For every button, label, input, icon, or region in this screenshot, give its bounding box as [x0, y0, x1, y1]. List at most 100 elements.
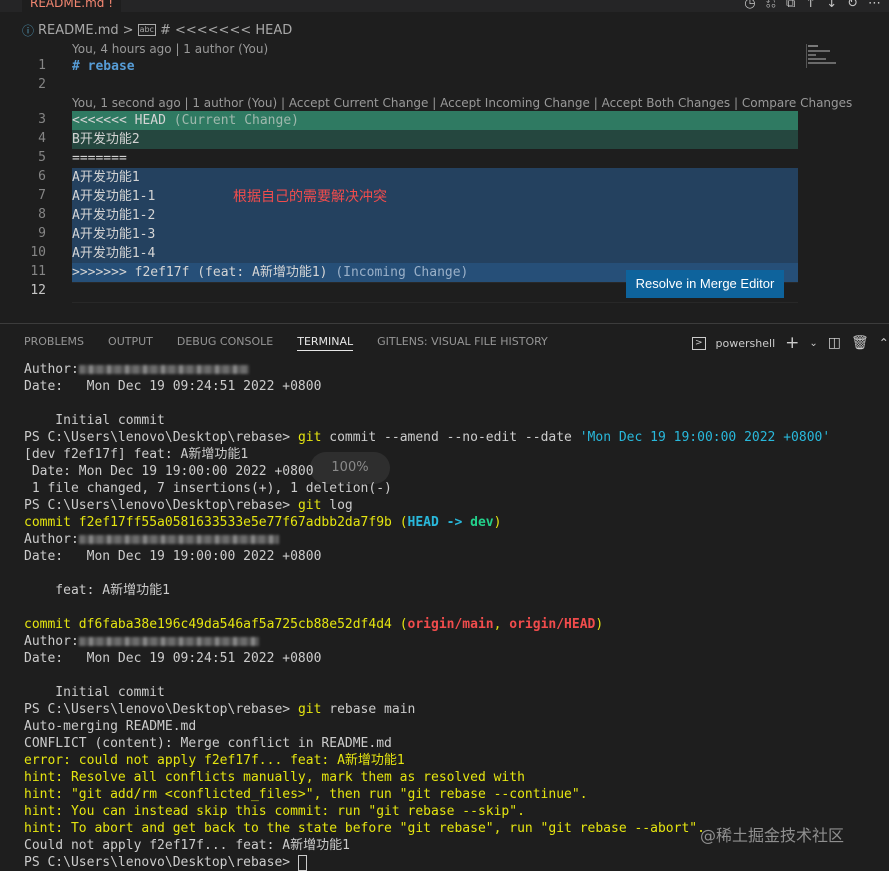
conflict-marker-incoming: >>>>>>> f2ef17f (feat: A新增功能1) — [72, 265, 328, 280]
tab-dirty-mark: ! — [108, 0, 114, 10]
terminal-line: hint: "git add/rm <conflicted_files>", t… — [24, 787, 588, 802]
chevron-up-icon[interactable]: ⌃ — [879, 336, 889, 350]
sync-icon[interactable]: ↻ — [847, 0, 858, 12]
terminal-line: error: could not apply f2ef17f... feat: … — [24, 753, 405, 768]
terminal-line: commit f2ef17ff55a0581633533e5e77f67adbb… — [24, 515, 502, 530]
code-line-6[interactable]: A开发功能1 — [72, 168, 140, 187]
breadcrumb: ⓘ README.md > abc # <<<<<<< HEAD — [22, 21, 292, 39]
redacted-author — [78, 365, 249, 374]
terminal-line: Date: Mon Dec 19 19:00:00 2022 +0800 — [24, 549, 322, 564]
terminal-line: CONFLICT (content): Merge conflict in RE… — [24, 736, 392, 751]
code-line-3[interactable]: <<<<<<< HEAD (Current Change) — [72, 111, 299, 130]
line-number: 4 — [38, 131, 46, 146]
chevron-down-icon[interactable]: ⌄ — [809, 338, 817, 349]
history-icon[interactable]: ⎌ — [766, 0, 776, 12]
line-number: 5 — [38, 150, 46, 165]
line-number-active: 12 — [30, 283, 46, 298]
terminal-line: PS C:\Users\lenovo\Desktop\rebase> git r… — [24, 702, 416, 717]
terminal-line: commit df6faba38e196c49da546af5a725cb88e… — [24, 617, 604, 632]
terminal-line: Initial commit — [24, 413, 165, 428]
code-line-9[interactable]: A开发功能1-3 — [72, 225, 155, 244]
line-number: 7 — [38, 188, 46, 203]
tab-problems[interactable]: PROBLEMS — [24, 335, 84, 351]
line-number: 9 — [38, 226, 46, 241]
resolve-in-merge-editor-button[interactable]: Resolve in Merge Editor — [626, 270, 784, 298]
code-line-4[interactable]: B开发功能2 — [72, 130, 140, 149]
code-line-11[interactable]: >>>>>>> f2ef17f (feat: A新增功能1) (Incoming… — [72, 263, 468, 282]
code-line-1[interactable]: # rebase — [72, 57, 135, 76]
terminal-cursor — [297, 854, 307, 871]
terminal-icon: > — [692, 336, 706, 350]
incoming-change-hint: (Incoming Change) — [335, 265, 469, 280]
line-number: 3 — [38, 112, 46, 127]
terminal-line: hint: You can instead skip this commit: … — [24, 804, 525, 819]
current-change-band — [72, 130, 798, 149]
tab-output[interactable]: OUTPUT — [108, 335, 153, 351]
terminal-line: Auto-merging README.md — [24, 719, 197, 734]
terminal-line: [dev f2ef17f] feat: A新增功能1 — [24, 447, 249, 462]
breadcrumb-file[interactable]: README.md — [38, 23, 119, 38]
terminal-line: Date: Mon Dec 19 09:24:51 2022 +0800 — [24, 651, 322, 666]
code-line-8[interactable]: A开发功能1-2 — [72, 206, 155, 225]
terminal-line: Author: — [24, 361, 884, 378]
line-number: 10 — [30, 245, 46, 260]
arrow-up-icon[interactable]: ↑ — [805, 0, 816, 12]
terminal[interactable]: Author: Date: Mon Dec 19 09:24:51 2022 +… — [24, 361, 884, 871]
conflict-marker-current: <<<<<<< HEAD — [72, 113, 166, 128]
terminal-line: 1 file changed, 7 insertions(+), 1 delet… — [24, 481, 392, 496]
add-icon[interactable]: + — [785, 333, 799, 353]
breadcrumb-symbol[interactable]: # <<<<<<< HEAD — [160, 23, 292, 38]
panel-actions: > powershell + ⌄ ◫ 🗑 ⌃ — [692, 333, 889, 353]
terminal-line: Date: Mon Dec 19 09:24:51 2022 +0800 — [24, 379, 322, 394]
info-file-icon: ⓘ — [22, 23, 35, 38]
split-icon[interactable]: ◫ — [828, 335, 841, 351]
redacted-author — [78, 535, 279, 544]
codelens-blame[interactable]: You, 4 hours ago | 1 author (You) — [72, 42, 268, 56]
timeline-icon[interactable]: ◷ — [744, 0, 755, 12]
line-number: 2 — [38, 77, 46, 92]
editor-toolbar: ◷ ⎌ ⧉ ↑ ↓ ↻ ⋯ — [744, 0, 881, 12]
tab-bar: README.md ! ◷ ⎌ ⧉ ↑ ↓ ↻ ⋯ — [0, 0, 889, 12]
tab-terminal[interactable]: TERMINAL — [297, 335, 354, 351]
tab-readme[interactable]: README.md ! — [22, 0, 122, 12]
minimap[interactable] — [806, 44, 886, 68]
arrow-down-icon[interactable]: ↓ — [826, 0, 837, 12]
terminal-line: PS C:\Users\lenovo\Desktop\rebase> git l… — [24, 498, 353, 513]
panel-tab-bar: PROBLEMS OUTPUT DEBUG CONSOLE TERMINAL G… — [24, 335, 548, 351]
annotation-text: 根据自己的需要解决冲突 — [233, 189, 387, 205]
line-number: 1 — [38, 58, 46, 73]
shell-name[interactable]: powershell — [716, 337, 776, 350]
code-line-10[interactable]: A开发功能1-4 — [72, 244, 155, 263]
terminal-line: Initial commit — [24, 685, 165, 700]
code-line-5[interactable]: ======= — [72, 149, 127, 168]
breadcrumb-separator: > — [122, 22, 134, 38]
more-actions-icon[interactable]: ⋯ — [868, 0, 881, 12]
codelens-conflict-actions[interactable]: You, 1 second ago | 1 author (You) | Acc… — [72, 96, 852, 110]
terminal-line: feat: A新增功能1 — [24, 583, 170, 598]
tab-gitlens-visual-file-history[interactable]: GITLENS: VISUAL FILE HISTORY — [377, 335, 548, 351]
tab-label: README.md — [30, 0, 105, 10]
terminal-line: hint: Resolve all conflicts manually, ma… — [24, 770, 525, 785]
line-number: 6 — [38, 169, 46, 184]
current-change-hint: (Current Change) — [173, 113, 299, 128]
terminal-line: Date: Mon Dec 19 19:00:00 2022 +0800 — [24, 464, 314, 479]
redacted-author — [78, 637, 259, 646]
terminal-prompt-line[interactable]: PS C:\Users\lenovo\Desktop\rebase> — [24, 854, 884, 871]
watermark: @稀土掘金技术社区 — [700, 826, 845, 845]
panel-divider[interactable] — [0, 323, 889, 324]
trash-icon[interactable]: 🗑 — [851, 335, 869, 351]
line-number: 11 — [30, 264, 46, 279]
code-line-7[interactable]: A开发功能1-1 — [72, 187, 155, 206]
terminal-line: Author: — [24, 633, 884, 650]
tab-debug-console[interactable]: DEBUG CONSOLE — [177, 335, 273, 351]
line-number: 8 — [38, 207, 46, 222]
markdown-heading-icon: abc — [137, 24, 156, 36]
compare-icon[interactable]: ⧉ — [786, 0, 795, 12]
incoming-change-band — [72, 168, 798, 263]
terminal-line: PS C:\Users\lenovo\Desktop\rebase> git c… — [24, 430, 831, 445]
terminal-line: Author: — [24, 531, 884, 548]
